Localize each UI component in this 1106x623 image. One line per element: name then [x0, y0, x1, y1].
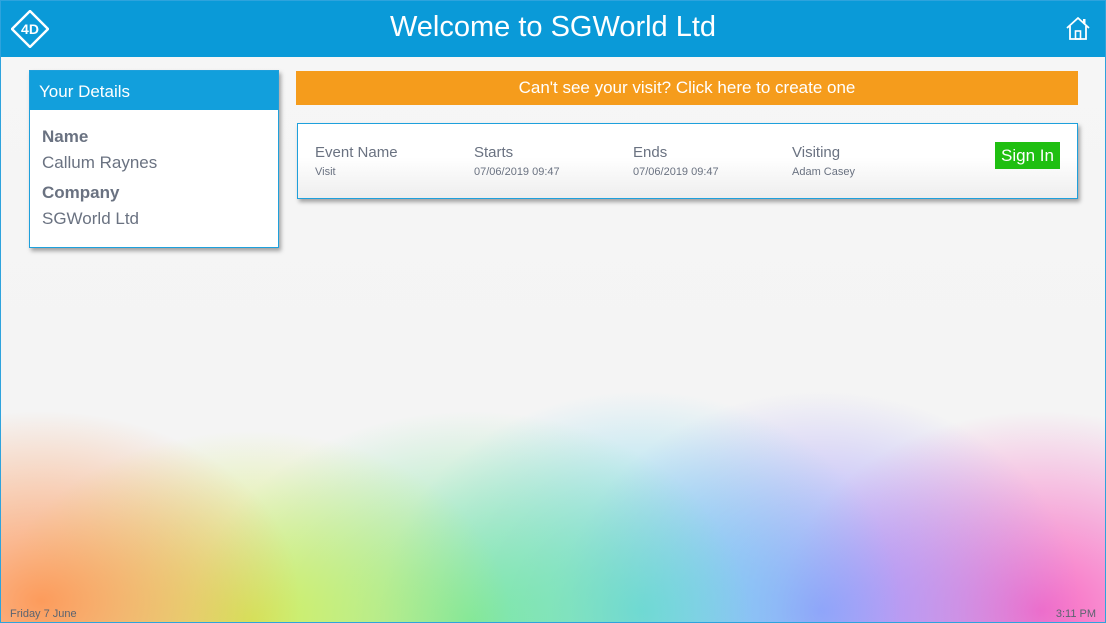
visiting-value: Adam Casey: [792, 166, 855, 178]
ends-header: Ends: [633, 144, 668, 161]
name-label: Name: [42, 127, 89, 146]
page-title: Welcome to SGWorld Ltd: [389, 11, 717, 43]
create-visit-button[interactable]: Can't see your visit? Click here to crea…: [296, 71, 1078, 105]
app-window: 4D Welcome to SGWorld Ltd Your Details N…: [0, 0, 1106, 623]
company-label: Company: [42, 183, 120, 202]
starts-header: Starts: [474, 144, 514, 161]
footer-date: Friday 7 June: [10, 608, 77, 620]
ends-value: 07/06/2019 09:47: [633, 166, 719, 178]
event-name-value: Visit: [315, 166, 336, 178]
company-value: SGWorld Ltd: [42, 209, 140, 228]
sign-in-button[interactable]: Sign In: [995, 142, 1060, 169]
header-bar: 4D Welcome to SGWorld Ltd: [1, 1, 1105, 57]
your-details-card: Your Details Name Callum Raynes Company …: [29, 70, 279, 248]
event-name-header: Event Name: [315, 144, 398, 161]
visiting-header: Visiting: [792, 144, 841, 161]
footer-time: 3:11 PM: [1055, 608, 1096, 620]
visit-card: Event Name Starts Ends Visiting Visit 07…: [297, 123, 1078, 199]
name-value: Callum Raynes: [42, 153, 158, 172]
your-details-heading: Your Details: [30, 71, 278, 110]
home-icon[interactable]: [1065, 15, 1091, 41]
starts-value: 07/06/2019 09:47: [474, 166, 560, 178]
